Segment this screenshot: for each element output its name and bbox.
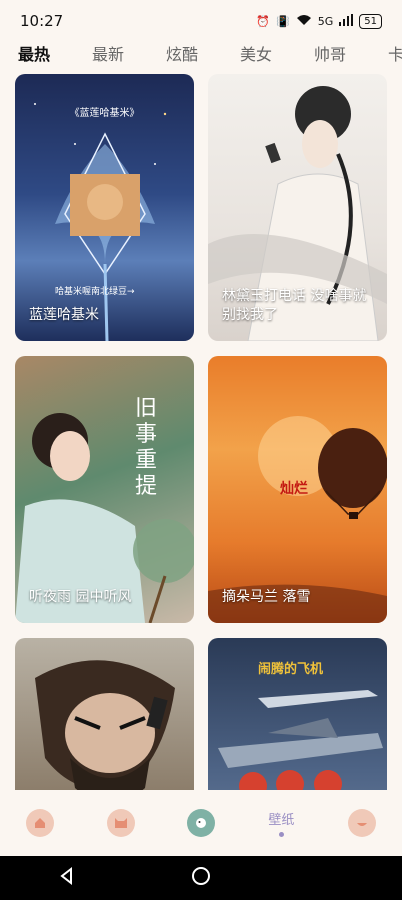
system-nav-bar xyxy=(0,856,402,900)
wallpaper-card[interactable]: 林黛玉打电话 没啥事就别找我了 xyxy=(208,74,387,341)
network-type: 5G xyxy=(317,14,334,28)
nav-wallpaper-label: 壁纸 xyxy=(268,813,295,828)
active-indicator-dot xyxy=(278,832,284,837)
home-circle-icon[interactable] xyxy=(191,866,211,890)
nav-dog[interactable] xyxy=(171,793,231,853)
wallpaper-card[interactable]: 灿烂 摘朵马兰 落雪 xyxy=(208,356,387,623)
wallpaper-card[interactable]: 《蓝莲哈基米》 哈基米喔南北绿豆→ 蓝莲哈基米 xyxy=(15,74,194,341)
signal-icon xyxy=(339,13,354,29)
category-tabs: 最热 最新 炫酷 美女 帅哥 卡通 xyxy=(0,38,402,68)
face-icon xyxy=(347,809,376,837)
status-icons: ⏰ 📳 5G 51 xyxy=(256,13,382,29)
tab-hottest[interactable]: 最热 xyxy=(14,41,88,65)
home-icon xyxy=(26,809,55,837)
card-label: 摘朵马兰 落雪 xyxy=(222,589,311,605)
nav-home[interactable] xyxy=(10,793,70,853)
tab-cool[interactable]: 炫酷 xyxy=(162,41,236,65)
dog-icon xyxy=(186,809,215,837)
card-label: 林黛玉打电话 没啥事就别找我了 xyxy=(222,288,367,323)
cat-icon xyxy=(106,809,135,837)
status-time: 10:27 xyxy=(20,12,64,30)
alarm-icon: ⏰ xyxy=(256,14,271,28)
card-title-text: 《蓝莲哈基米》 xyxy=(69,108,140,119)
nav-profile[interactable] xyxy=(332,793,392,853)
bottom-nav: 壁纸 xyxy=(0,790,402,856)
tab-cartoon[interactable]: 卡通 xyxy=(384,41,402,65)
overlay-title-text: 闹腾的飞机 xyxy=(258,662,324,677)
wallpaper-card[interactable]: 闹腾的飞机 xyxy=(208,638,387,790)
tab-newest[interactable]: 最新 xyxy=(88,41,162,65)
vibrate-icon: 📳 xyxy=(276,14,290,28)
nav-cat[interactable] xyxy=(91,793,151,853)
overlay-title-text: 灿烂 xyxy=(280,481,308,497)
ink-warrior-illustration xyxy=(35,660,175,790)
wallpaper-card[interactable]: 旧事重提 听夜雨 园中听风 xyxy=(15,356,194,623)
recents-icon[interactable] xyxy=(325,866,345,890)
wallpaper-grid: 《蓝莲哈基米》 哈基米喔南北绿豆→ 蓝莲哈基米 林黛玉打电话 没啥事就别找我了 … xyxy=(0,74,402,790)
card-caption-text: 哈基米喔南北绿豆→ xyxy=(55,287,135,297)
back-icon[interactable] xyxy=(57,866,77,890)
battery-indicator: 51 xyxy=(359,13,382,29)
overlay-calligraphy: 旧事重提 xyxy=(135,396,158,499)
card-label: 听夜雨 园中听风 xyxy=(29,589,132,605)
tab-beauty[interactable]: 美女 xyxy=(236,41,310,65)
wallpaper-card[interactable] xyxy=(15,638,194,790)
nav-wallpaper[interactable]: 壁纸 xyxy=(251,793,311,853)
tab-handsome[interactable]: 帅哥 xyxy=(310,41,384,65)
wifi-icon xyxy=(296,14,312,29)
card-label: 蓝莲哈基米 xyxy=(29,307,99,323)
status-bar: 10:27 ⏰ 📳 5G 51 xyxy=(0,0,402,42)
